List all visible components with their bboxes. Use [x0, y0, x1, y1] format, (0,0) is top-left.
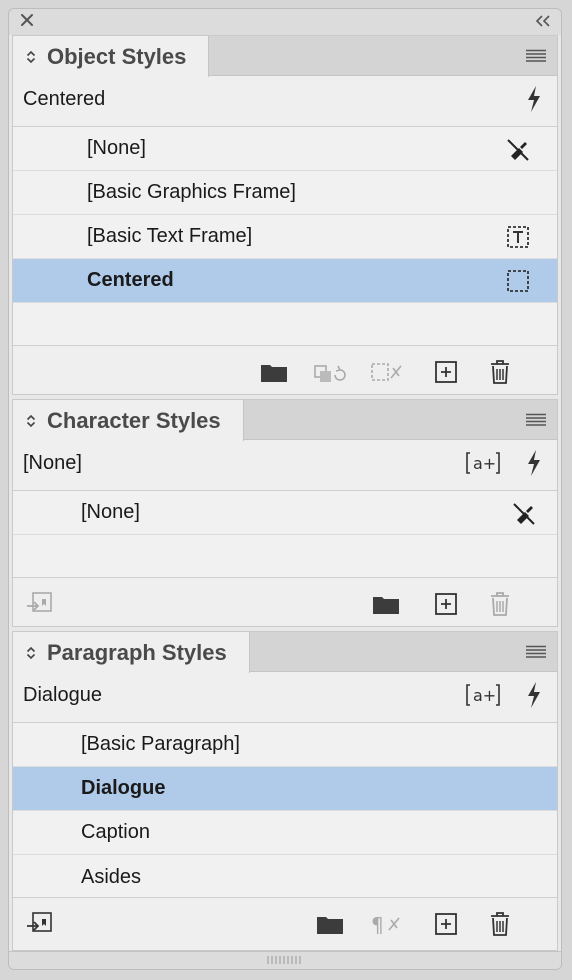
paragraph-styles-tab-bar: Paragraph Styles — [13, 632, 557, 673]
new-style-group-folder-icon[interactable] — [371, 590, 401, 618]
panel-title-bar — [9, 9, 561, 35]
delete-style-trash-icon[interactable] — [485, 358, 515, 386]
object-styles-panel: Object Styles Centered [None] [Basic Gra… — [12, 35, 558, 395]
panel-menu-icon[interactable] — [525, 49, 547, 63]
text-frame-icon — [505, 224, 531, 250]
list-item[interactable]: [Basic Text Frame] — [13, 215, 557, 259]
list-item[interactable]: Caption — [13, 811, 557, 855]
create-style-from-selection-icon[interactable]: a+ — [465, 681, 501, 709]
object-styles-title: Object Styles — [47, 43, 187, 69]
character-styles-tab-bar: Character Styles — [13, 400, 557, 441]
expand-collapse-icon[interactable] — [25, 50, 37, 64]
tab-character-styles[interactable]: Character Styles — [13, 400, 244, 441]
close-icon[interactable] — [19, 12, 35, 28]
new-style-icon[interactable] — [431, 910, 461, 938]
current-character-style: [None] a+ — [13, 440, 557, 486]
expand-collapse-icon[interactable] — [25, 646, 37, 660]
paragraph-styles-panel: Paragraph Styles Dialogue a+ [Basic Para… — [12, 631, 558, 951]
character-styles-panel: Character Styles [None] a+ [None] — [12, 399, 558, 627]
style-name: Caption — [81, 821, 150, 843]
panel-menu-icon[interactable] — [525, 645, 547, 659]
svg-text:a+: a+ — [473, 686, 496, 705]
styles-panel-window: Object Styles Centered [None] [Basic Gra… — [8, 8, 562, 970]
clear-overrides-disabled-icon — [369, 358, 402, 386]
style-name: Centered — [87, 269, 174, 291]
create-style-from-selection-icon[interactable]: a+ — [465, 449, 501, 477]
paragraph-styles-footer: ¶ — [13, 900, 557, 948]
list-item-selected[interactable]: Dialogue — [13, 767, 557, 811]
current-style-label: [None] — [23, 451, 82, 474]
style-name: [None] — [87, 137, 146, 159]
character-styles-list: [None] — [13, 490, 557, 578]
object-styles-footer — [13, 348, 557, 396]
clear-paragraph-overrides-icon: ¶ — [369, 910, 400, 938]
current-paragraph-style: Dialogue a+ — [13, 672, 557, 718]
style-name: [None] — [81, 501, 140, 523]
paragraph-styles-list: [Basic Paragraph] Dialogue Caption Aside… — [13, 722, 557, 898]
resize-grip-icon[interactable] — [266, 956, 304, 964]
frame-icon — [505, 268, 531, 294]
current-object-style: Centered — [13, 76, 557, 122]
list-item-selected[interactable]: Centered — [13, 259, 557, 303]
style-name: [Basic Graphics Frame] — [87, 181, 296, 203]
tab-object-styles[interactable]: Object Styles — [13, 36, 210, 77]
object-styles-tab-bar: Object Styles — [13, 36, 557, 77]
quick-apply-icon[interactable] — [525, 681, 543, 709]
paragraph-styles-title: Paragraph Styles — [47, 639, 227, 665]
quick-apply-icon[interactable] — [525, 85, 543, 113]
style-name: Asides — [81, 865, 142, 888]
resize-grip-bar[interactable] — [9, 951, 561, 969]
new-style-icon[interactable] — [431, 358, 461, 386]
clear-non-style-attributes-icon — [313, 358, 346, 386]
tab-paragraph-styles[interactable]: Paragraph Styles — [13, 632, 250, 673]
delete-style-trash-icon — [485, 590, 515, 618]
svg-text:¶: ¶ — [371, 913, 384, 937]
style-name: Dialogue — [81, 777, 166, 799]
list-item[interactable]: [None] — [13, 491, 557, 535]
panel-menu-icon[interactable] — [525, 413, 547, 427]
collapse-panel-icon[interactable] — [535, 14, 551, 28]
empty-list-area — [13, 535, 557, 579]
list-item[interactable]: Asides — [13, 855, 557, 899]
load-styles-icon — [25, 590, 55, 618]
svg-text:a+: a+ — [473, 454, 496, 473]
delete-style-trash-icon[interactable] — [485, 910, 515, 938]
clear-overrides-icon[interactable] — [511, 500, 537, 526]
load-styles-icon[interactable] — [25, 910, 55, 938]
list-item[interactable]: [Basic Paragraph] — [13, 723, 557, 767]
current-style-label: Dialogue — [23, 683, 102, 706]
list-item[interactable]: [None] — [13, 127, 557, 171]
character-styles-title: Character Styles — [47, 407, 221, 433]
expand-collapse-icon[interactable] — [25, 414, 37, 428]
style-name: [Basic Paragraph] — [81, 733, 240, 755]
clear-overrides-icon[interactable] — [505, 136, 531, 162]
empty-list-area — [13, 303, 557, 347]
new-style-icon[interactable] — [431, 590, 461, 618]
character-styles-footer — [13, 580, 557, 628]
quick-apply-icon[interactable] — [525, 449, 543, 477]
current-style-label: Centered — [23, 87, 106, 110]
new-style-group-folder-icon[interactable] — [315, 910, 345, 938]
style-name: [Basic Text Frame] — [87, 225, 253, 247]
list-item[interactable]: [Basic Graphics Frame] — [13, 171, 557, 215]
new-style-group-folder-icon[interactable] — [259, 358, 289, 386]
object-styles-list: [None] [Basic Graphics Frame] [Basic Tex… — [13, 126, 557, 346]
